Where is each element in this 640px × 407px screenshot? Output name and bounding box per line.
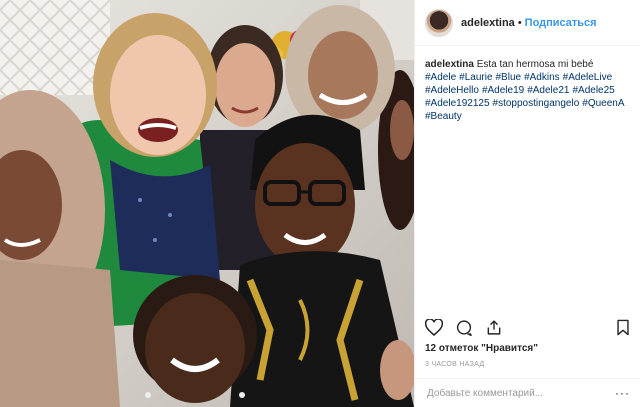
group-selfie-image	[0, 0, 414, 407]
bookmark-icon[interactable]	[616, 319, 630, 336]
post-timestamp: 3 ЧАСОВ НАЗАД	[425, 361, 485, 368]
more-options-icon[interactable]: ···	[615, 386, 630, 400]
share-icon[interactable]	[485, 319, 503, 336]
hashtag-list: #Adele #Laurie #Blue #Adkins #AdeleLive #Ade…	[425, 71, 630, 123]
hashtag-link[interactable]: #stoppostingangelo	[493, 98, 580, 109]
post-photo[interactable]	[0, 0, 414, 407]
heart-icon[interactable]	[425, 318, 443, 336]
hashtag-link[interactable]: #Laurie	[459, 72, 492, 83]
hashtag-link[interactable]: #Adele21	[527, 85, 569, 96]
hashtag-link[interactable]: #Adele	[425, 72, 456, 83]
caption-username-link[interactable]: adelextina	[425, 59, 474, 70]
avatar[interactable]	[425, 8, 453, 37]
username-link[interactable]: adelextina	[461, 17, 515, 29]
instagram-post: adelextina • Подписаться adelextina Esta…	[0, 0, 640, 407]
separator-dot: •	[517, 16, 522, 29]
comment-input[interactable]	[425, 386, 615, 400]
action-bar	[425, 316, 630, 338]
caption: adelextina Esta tan hermosa mi bebé #Ade…	[415, 46, 640, 304]
hashtag-link[interactable]: #Adele192125	[425, 98, 490, 109]
post-side-panel: adelextina • Подписаться adelextina Esta…	[414, 0, 640, 407]
hashtag-link[interactable]: #Adele19	[482, 85, 524, 96]
hashtag-link[interactable]: #AdeleLive	[563, 72, 612, 83]
caption-text: Esta tan hermosa mi bebé	[476, 59, 594, 70]
hashtag-link[interactable]: #AdeleHello	[425, 85, 479, 96]
comment-bar: ···	[415, 378, 640, 407]
hashtag-link[interactable]: #Blue	[496, 72, 522, 83]
comment-icon[interactable]	[455, 319, 473, 336]
post-header: adelextina • Подписаться	[415, 0, 640, 46]
likes-count[interactable]: 12 отметок "Нравится"	[425, 343, 538, 354]
hashtag-link[interactable]: #Adele25	[572, 85, 614, 96]
hashtag-link[interactable]: #QueenA	[582, 98, 624, 109]
hashtag-link[interactable]: #Beauty	[425, 111, 462, 122]
follow-button[interactable]: Подписаться	[525, 17, 597, 29]
hashtag-link[interactable]: #Adkins	[524, 72, 560, 83]
